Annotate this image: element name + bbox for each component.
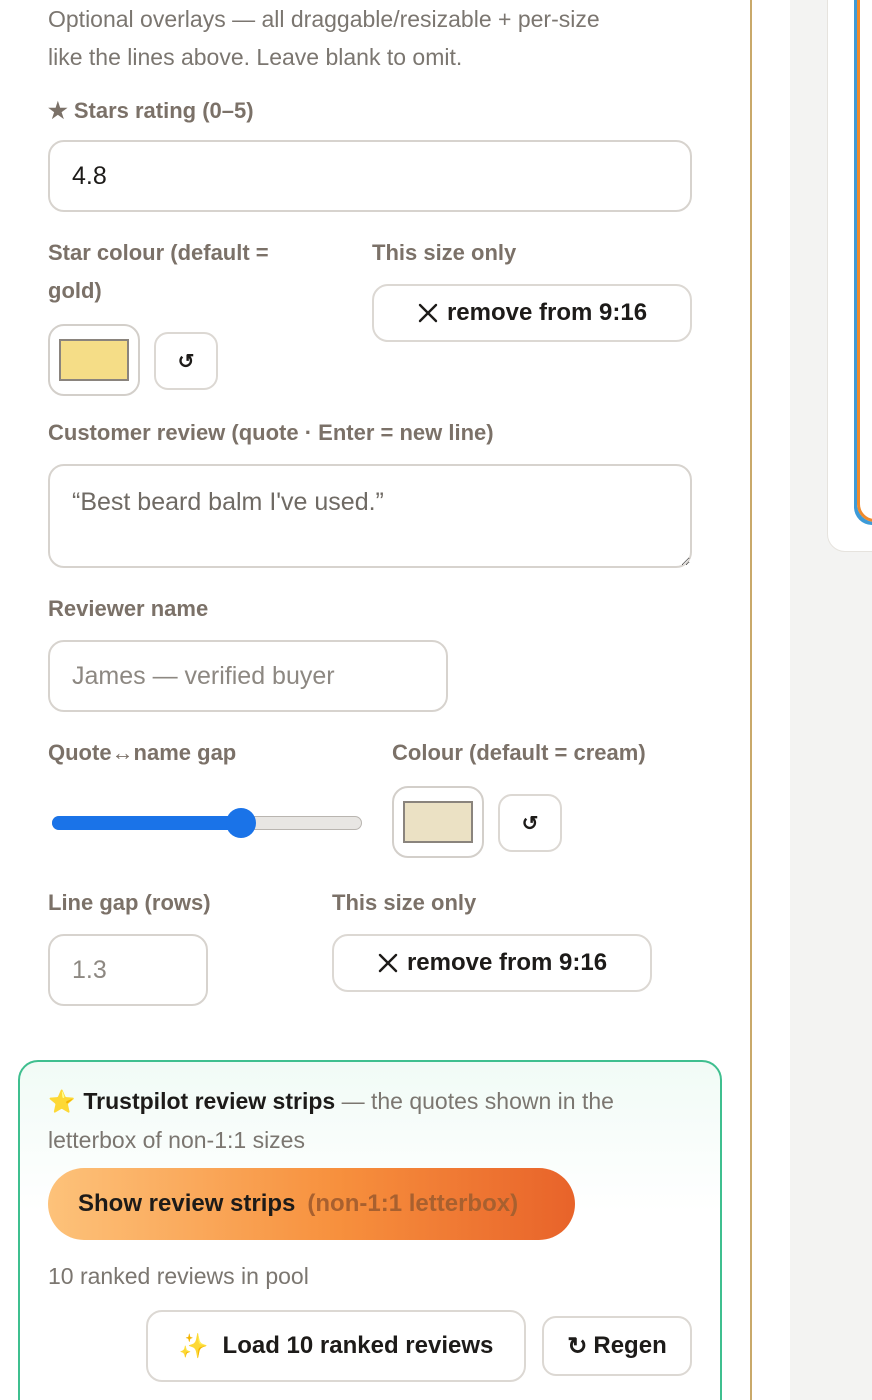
line-gap-remove-from-size-button[interactable]: remove from 9:16 [332,934,652,992]
page: Optional overlays — all draggable/resiza… [0,0,872,1400]
show-review-strips-button[interactable]: Show review strips (non-1:1 letterbox) [48,1168,575,1240]
quote-name-gap-label: Quote↔name gap [48,740,237,765]
stars-remove-label: remove from 9:16 [446,299,648,326]
name-colour-swatch [403,801,473,843]
name-colour-picker[interactable] [392,786,484,858]
slider-fill [52,816,241,830]
reviewer-name-input[interactable]: James — verified buyer [48,640,448,712]
customer-review-label: Customer review (quote · Enter = new lin… [48,420,494,445]
load-ranked-reviews-label: Load 10 ranked reviews [222,1332,494,1359]
reset-icon: ↺ [177,350,195,373]
star-colour-picker[interactable] [48,324,140,396]
load-ranked-reviews-button[interactable]: ✨ Load 10 ranked reviews [146,1310,526,1382]
overlays-help-line1: Optional overlays — all draggable/resiza… [48,6,600,32]
review-pool-count: 10 ranked reviews in pool [48,1263,309,1289]
stars-rating-input[interactable]: 4.8 [48,140,692,212]
star-colour-label-line1: Star colour (default = [48,240,269,265]
line-gap-size-only-label: This size only [332,890,477,915]
show-review-strips-sub: (non-1:1 letterbox) [307,1190,519,1217]
overlays-help: Optional overlays — all draggable/resiza… [48,0,738,76]
refresh-icon: ↻ [567,1332,588,1360]
overlays-help-line2: like the lines above. Leave blank to omi… [48,44,463,70]
reviewer-name-label: Reviewer name [48,596,209,621]
star-colour-label-line2: gold) [48,278,102,303]
stars-remove-from-size-button[interactable]: remove from 9:16 [372,284,692,342]
regen-button[interactable]: ↻ Regen [542,1316,692,1376]
line-gap-input[interactable]: 1.3 [48,934,208,1006]
close-icon [418,303,438,323]
line-gap-remove-label: remove from 9:16 [406,949,608,976]
quote-name-gap-slider[interactable] [52,808,362,838]
trustpilot-header: ⭐ Trustpilot review strips — the quotes s… [48,1082,698,1159]
name-colour-label: Colour (default = cream) [392,740,646,765]
preview-frame[interactable] [857,0,872,522]
show-review-strips-label: Show review strips [78,1190,296,1217]
stars-size-only-label: This size only [372,240,517,265]
stars-rating-label: ★ Stars rating (0–5) [48,98,254,123]
panel-divider [750,0,752,1400]
star-colour-swatch [59,339,129,381]
regen-label: Regen [593,1332,667,1359]
sparkles-icon: ✨ [178,1332,209,1360]
customer-review-input[interactable] [48,464,692,568]
reset-icon: ↺ [521,812,539,835]
star-colour-reset-button[interactable]: ↺ [154,332,218,390]
trustpilot-desc-a: — the quotes shown in the [335,1088,614,1114]
slider-thumb[interactable] [226,808,256,838]
trustpilot-desc-b: letterbox of non-1:1 sizes [48,1127,305,1153]
trustpilot-title: Trustpilot review strips [83,1088,336,1114]
star-colour-label: Star colour (default = gold) [48,234,328,310]
line-gap-label: Line gap (rows) [48,890,211,915]
star-icon: ⭐ [48,1089,76,1114]
close-icon [378,953,398,973]
name-colour-reset-button[interactable]: ↺ [498,794,562,852]
